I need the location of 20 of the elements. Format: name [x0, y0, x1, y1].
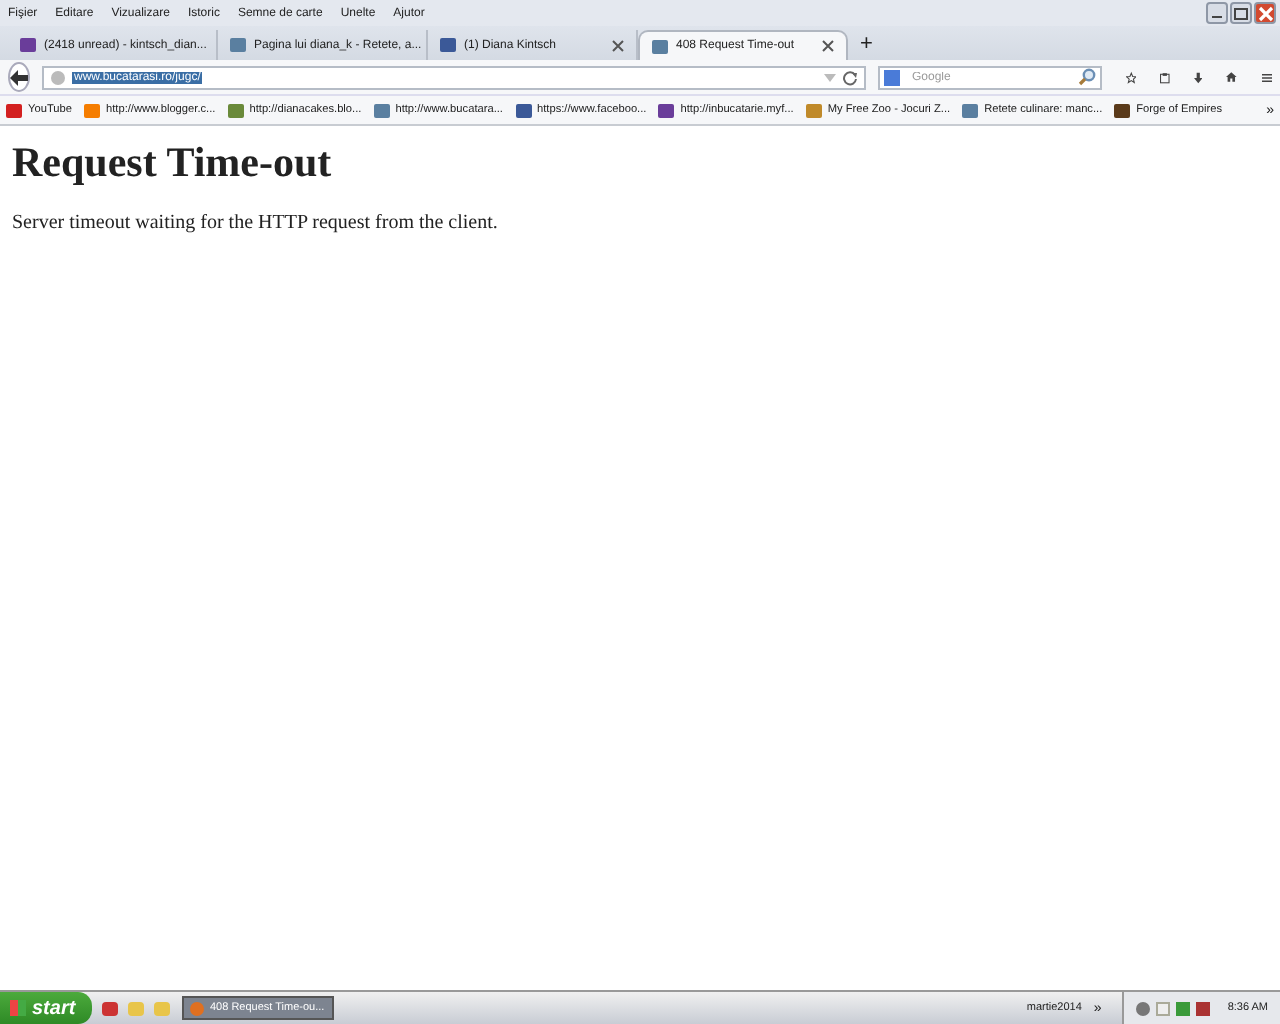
start-button[interactable]: start	[0, 992, 92, 1024]
home-icon[interactable]	[1226, 68, 1238, 86]
back-button[interactable]	[8, 62, 30, 92]
close-icon[interactable]	[822, 40, 834, 52]
clipboard-icon[interactable]	[1160, 67, 1171, 87]
close-button[interactable]	[1254, 2, 1276, 24]
page-heading: Request Time-out	[12, 138, 334, 188]
new-tab-button[interactable]: +	[848, 32, 885, 60]
search-icon[interactable]	[1078, 68, 1096, 86]
windows-logo-icon	[10, 1000, 26, 1016]
download-icon[interactable]	[1194, 67, 1203, 87]
close-icon[interactable]	[612, 39, 624, 51]
minimize-button[interactable]	[1206, 2, 1228, 24]
globe-icon	[50, 69, 66, 85]
reload-icon[interactable]	[842, 69, 858, 85]
star-icon[interactable]	[1126, 67, 1137, 87]
menu-icon[interactable]	[1261, 69, 1272, 85]
error-message: Server timeout waiting for the HTTP request from the client.	[12, 212, 500, 234]
browser-icon	[190, 1001, 204, 1015]
restore-button[interactable]	[1230, 2, 1252, 24]
